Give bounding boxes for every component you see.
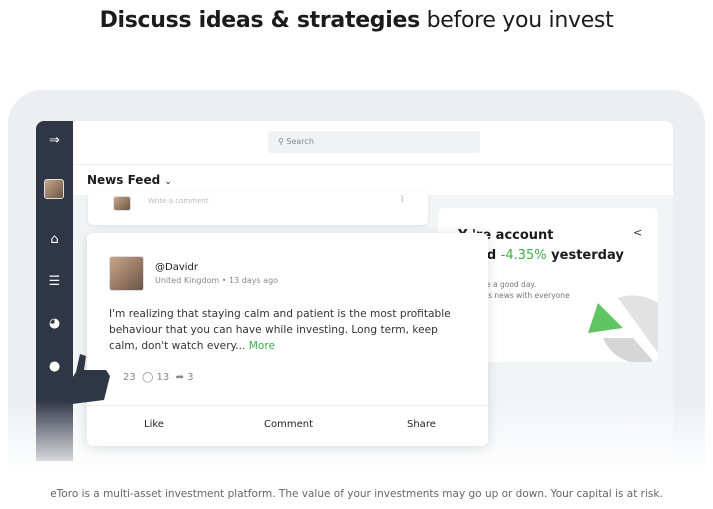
home-icon[interactable]: ⌂: [36, 232, 73, 247]
search-placeholder: Search: [286, 137, 314, 146]
risk-disclaimer: eToro is a multi-asset investment platfo…: [50, 488, 663, 500]
comment-count: 13: [156, 372, 170, 383]
headline-bold: Discuss ideas & strategies: [99, 8, 421, 33]
post-card: @Davidr United Kingdom • 13 days ago I'm…: [87, 233, 488, 446]
expand-menu-icon[interactable]: ⇒: [36, 133, 73, 148]
comment-icon: ◯: [142, 372, 154, 383]
comment-card: Write a comment ⌇: [88, 191, 428, 225]
promo-title-suffix: yesterday: [546, 248, 624, 263]
like-button[interactable]: Like: [144, 419, 164, 430]
share-count: 3: [187, 372, 194, 383]
post-username[interactable]: @Davidr: [155, 262, 198, 273]
post-text: I'm realizing that staying calm and pati…: [109, 308, 451, 352]
promo-change: -4.35%: [500, 248, 547, 263]
page-headline: Discuss ideas & strategies before you in…: [0, 8, 713, 33]
chevron-down-icon: ⌄: [164, 177, 172, 187]
post-author-avatar[interactable]: [109, 256, 144, 291]
comment-button[interactable]: Comment: [264, 419, 313, 430]
like-count: 23: [123, 372, 136, 383]
pie-slice-gray2: [603, 338, 653, 362]
share-icon[interactable]: <: [633, 226, 642, 239]
watchlist-icon[interactable]: ☰: [36, 274, 73, 289]
search-input[interactable]: ⚲ Search: [268, 131, 480, 153]
promo-sub1: e a good day.: [486, 280, 537, 289]
divider: [87, 405, 488, 406]
attach-icon[interactable]: ⌇: [400, 195, 404, 205]
news-feed-dropdown[interactable]: News Feed ⌄: [87, 173, 172, 187]
comment-input[interactable]: Write a comment: [148, 197, 208, 205]
share-icon: ➦: [175, 372, 184, 383]
top-bar: ⚲ Search: [73, 121, 673, 165]
pie-slice-green: [588, 303, 623, 333]
user-avatar[interactable]: [44, 179, 64, 199]
feed-title: News Feed: [87, 173, 161, 187]
more-link[interactable]: More: [249, 340, 275, 352]
post-time: 13 days ago: [229, 276, 279, 285]
promo-sub2: is news with everyone: [486, 291, 570, 300]
thumbs-up-icon: [66, 354, 110, 404]
portfolio-pie-icon[interactable]: ◕: [36, 316, 73, 331]
commenter-avatar: [113, 196, 131, 211]
headline-regular: before you invest: [419, 8, 614, 33]
search-icon: ⚲: [278, 137, 284, 146]
share-button[interactable]: Share: [407, 419, 436, 430]
pie-chart-illustration: [588, 295, 658, 362]
post-location: United Kingdom: [155, 276, 220, 285]
